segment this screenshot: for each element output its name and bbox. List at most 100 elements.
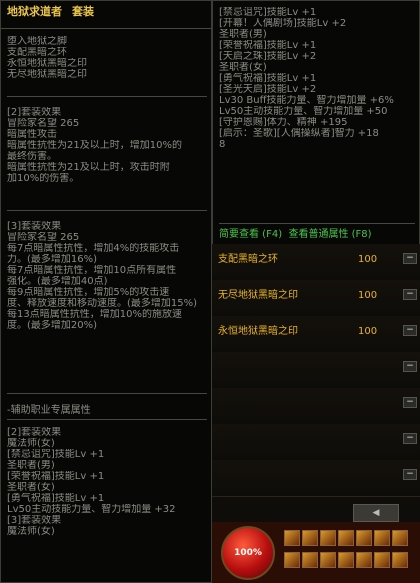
equip-slot[interactable]: 无尽地狱黑暗之印 100 − <box>212 280 420 317</box>
effect-line: 圣职者(男) <box>7 460 55 471</box>
effect-line: [天启之珠]技能Lv +2 <box>219 51 317 62</box>
effect-line: 圣职者(女) <box>219 62 267 73</box>
effect-line: 每9点暗属性抗性，增加5%的攻击速 <box>7 287 170 298</box>
remove-button[interactable]: − <box>403 361 417 372</box>
skill-icon[interactable] <box>302 530 318 546</box>
divider <box>7 419 207 420</box>
skill-icon[interactable] <box>356 552 372 568</box>
effect-line: 圣职者(女) <box>7 482 55 493</box>
equip-slot[interactable]: 支配黑暗之环 100 − <box>212 244 420 281</box>
divider <box>7 393 207 394</box>
equip-value: 100 <box>358 326 378 337</box>
equip-name: 永恒地狱黑暗之印 <box>218 326 298 337</box>
equipment-list: 支配黑暗之环 100 − 无尽地狱黑暗之印 100 − 永恒地狱黑暗之印 100… <box>212 244 420 522</box>
effect-line: [禁忌诅咒]技能Lv +1 <box>7 449 105 460</box>
effect-line: 每7点暗属性抗性，增加4%的技能攻击 <box>7 243 180 254</box>
effect-line: 每13点暗属性抗性，增加10%的施放速 <box>7 309 182 320</box>
effect-line: 暗属性抗性为21及以上时，增加10%的 <box>7 140 182 151</box>
right-effects: [禁忌诅咒]技能Lv +1 [开幕！人偶剧场]技能Lv +2 圣职者(男) [荣… <box>219 7 417 150</box>
set-effect-3: [3]套装效果 冒险家名望 265 每7点暗属性抗性，增加4%的技能攻击 力。(… <box>7 221 209 331</box>
effect-line: Lv30 Buff技能力量、智力增加量 +6% <box>219 95 394 106</box>
effect-line: [圣光天启]技能Lv +2 <box>219 84 317 95</box>
remove-button[interactable]: − <box>403 325 417 336</box>
empty-slot[interactable]: − <box>212 388 420 425</box>
set-tooltip-right: [禁忌诅咒]技能Lv +1 [开幕！人偶剧场]技能Lv +2 圣职者(男) [荣… <box>212 0 420 250</box>
effect-line: 暗属性抗性为21及以上时，攻击时附 <box>7 162 170 173</box>
effect-line: 力。(最多增加16%) <box>7 254 98 265</box>
effect-line: [2]套装效果 <box>7 427 62 438</box>
equip-value: 100 <box>358 254 378 265</box>
aux-title: -辅助职业专属属性 <box>7 405 91 416</box>
skill-icon[interactable] <box>392 552 408 568</box>
equip-name: 支配黑暗之环 <box>218 254 278 265</box>
remove-button[interactable]: − <box>403 397 417 408</box>
divider <box>7 210 207 211</box>
effect-line: [勇气祝福]技能Lv +1 <box>7 493 105 504</box>
skill-icon[interactable] <box>356 530 372 546</box>
brief-view-button[interactable]: 简要查看 (F4) <box>219 229 282 240</box>
effect-line: [3]套装效果 <box>7 515 62 526</box>
divider <box>1 28 211 29</box>
skill-icon[interactable] <box>338 552 354 568</box>
effect-line: [2]套装效果 <box>7 107 62 118</box>
effect-line: [荣誉祝福]技能Lv +1 <box>7 471 105 482</box>
normal-stats-button[interactable]: 查看普通属性 (F8) <box>288 229 371 240</box>
effect-line: 最终伤害。 <box>7 151 57 162</box>
view-toggle-row: 简要查看 (F4) 查看普通属性 (F8) <box>219 229 372 240</box>
set-item: 堕入地狱之脚 <box>7 36 67 47</box>
remove-button[interactable]: − <box>403 469 417 480</box>
effect-line: [守护恩赐]体力、精神 +195 <box>219 117 348 128</box>
skill-icon[interactable] <box>284 552 300 568</box>
effect-line: 8 <box>219 139 226 150</box>
set-title-text: 地狱求道者 <box>7 5 62 18</box>
set-tooltip-left: 地狱求道者 套装 堕入地狱之脚 支配黑暗之环 永恒地狱黑暗之印 无尽地狱黑暗之印 … <box>0 0 212 583</box>
effect-line: [勇气祝福]技能Lv +1 <box>219 73 317 84</box>
skill-icon[interactable] <box>320 552 336 568</box>
effect-line: [开幕！人偶剧场]技能Lv +2 <box>219 18 347 29</box>
effect-line: 冒险家名望 265 <box>7 118 80 129</box>
effect-line: 冒险家名望 265 <box>7 232 80 243</box>
remove-button[interactable]: − <box>403 253 417 264</box>
skill-icon[interactable] <box>374 530 390 546</box>
set-item: 无尽地狱黑暗之印 <box>7 69 87 80</box>
effect-line: [禁忌诅咒]技能Lv +1 <box>219 7 317 18</box>
effect-line: 暗属性攻击 <box>7 129 57 140</box>
aux-set-effects: [2]套装效果 魔法师(女) [禁忌诅咒]技能Lv +1 圣职者(男) [荣誉祝… <box>7 427 209 537</box>
remove-button[interactable]: − <box>403 433 417 444</box>
effect-line: 每7点暗属性抗性，增加10点所有属性 <box>7 265 177 276</box>
effect-line: 魔法师(女) <box>7 526 55 537</box>
set-items-list: 堕入地狱之脚 支配黑暗之环 永恒地狱黑暗之印 无尽地狱黑暗之印 <box>7 36 209 80</box>
set-title-suffix: 套装 <box>72 5 94 18</box>
skill-icon[interactable] <box>302 552 318 568</box>
divider <box>7 96 207 97</box>
hp-value: 100% <box>234 548 262 558</box>
skill-icon[interactable] <box>374 552 390 568</box>
skill-icon[interactable] <box>338 530 354 546</box>
skill-icon[interactable] <box>284 530 300 546</box>
effect-line: Lv50主动技能力量、智力增加量 +50 <box>219 106 388 117</box>
empty-slot[interactable]: − <box>212 460 420 497</box>
effect-line: 强化。(最多增加40点) <box>7 276 108 287</box>
effect-line: 度。(最多增加20%) <box>7 320 98 331</box>
set-title: 地狱求道者 套装 <box>7 6 94 17</box>
skill-icon[interactable] <box>320 530 336 546</box>
equip-value: 100 <box>358 290 378 301</box>
set-item: 支配黑暗之环 <box>7 47 67 58</box>
empty-slot[interactable]: − <box>212 424 420 461</box>
set-item: 永恒地狱黑暗之印 <box>7 58 87 69</box>
effect-line: Lv50主动技能力量、智力增加量 +32 <box>7 504 176 515</box>
empty-slot[interactable]: − <box>212 352 420 389</box>
equip-slot[interactable]: 永恒地狱黑暗之印 100 − <box>212 316 420 353</box>
scroll-arrow-icon[interactable]: ◀ <box>353 504 399 522</box>
hud-bar: 100% <box>212 522 420 583</box>
hp-orb: 100% <box>221 526 275 580</box>
divider <box>219 223 415 224</box>
set-effect-2: [2]套装效果 冒险家名望 265 暗属性攻击 暗属性抗性为21及以上时，增加1… <box>7 107 209 184</box>
effect-line: [3]套装效果 <box>7 221 62 232</box>
effect-line: 圣职者(男) <box>219 29 267 40</box>
skill-icon[interactable] <box>392 530 408 546</box>
effect-line: 加10%的伤害。 <box>7 173 80 184</box>
effect-line: [启示：圣歌][人偶操纵者]智力 +18 <box>219 128 379 139</box>
effect-line: 魔法师(女) <box>7 438 55 449</box>
remove-button[interactable]: − <box>403 289 417 300</box>
